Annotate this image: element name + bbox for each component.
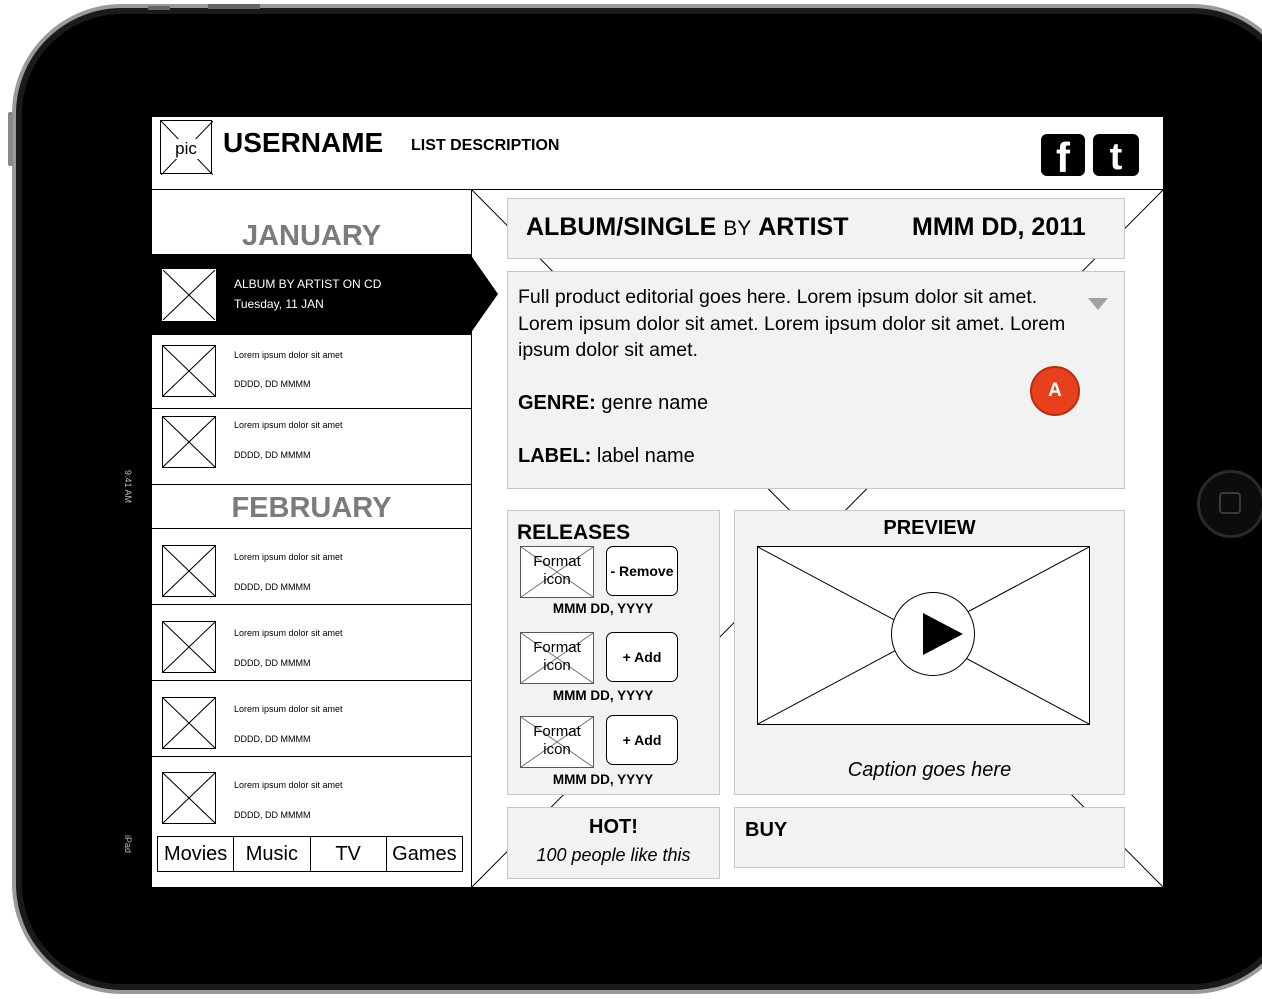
profile-pic-label: pic — [161, 139, 211, 159]
buy-heading: BUY — [745, 819, 788, 841]
tab-games[interactable]: Games — [387, 837, 462, 871]
list-item[interactable]: Lorem ipsum dolor sit amet DDDD, DD MMMM — [152, 756, 471, 832]
release-date: MMM DD, YYYY — [552, 688, 654, 703]
status-carrier: iPad — [123, 835, 133, 854]
album-title: ALBUM/SINGLE BY ARTIST — [526, 213, 849, 241]
sidebar: JANUARY ALBUM BY ARTIST ON CD Tuesday, 1… — [152, 190, 472, 887]
release-date: MMM DD, YYYY — [552, 772, 654, 787]
header: pic USERNAME LIST DESCRIPTION f t — [152, 117, 1163, 190]
thumbnail-image — [162, 416, 216, 468]
list-item-title: Lorem ipsum dolor sit amet — [234, 780, 343, 790]
side-switch — [8, 112, 13, 166]
screen: pic USERNAME LIST DESCRIPTION f t JANUAR… — [152, 117, 1163, 887]
hot-panel: HOT! 100 people like this — [507, 807, 720, 879]
category-tabbar: Movies Music TV Games — [157, 836, 463, 872]
list-item[interactable]: Lorem ipsum dolor sit amet DDDD, DD MMMM — [152, 528, 471, 604]
list-item-date: DDDD, DD MMMM — [234, 379, 311, 389]
detail-pane: ALBUM/SINGLE BY ARTIST MMM DD, 2011 Full… — [472, 190, 1163, 887]
month-heading: JANUARY — [241, 220, 382, 252]
list-item-date: DDDD, DD MMMM — [234, 658, 311, 668]
list-item-date: DDDD, DD MMMM — [234, 450, 311, 460]
add-button[interactable]: + Add — [606, 632, 678, 682]
list-item[interactable]: Lorem ipsum dolor sit amet DDDD, DD MMMM — [152, 604, 471, 680]
editorial-text: Full product editorial goes here. Lorem … — [518, 286, 1066, 361]
thumbnail-image — [162, 697, 216, 749]
tab-movies[interactable]: Movies — [158, 837, 235, 871]
format-icon: Format icon — [520, 716, 594, 768]
thumbnail-image — [162, 772, 216, 824]
annotation-badge: A — [1030, 366, 1080, 416]
list-item-title: ALBUM BY ARTIST ON CD — [234, 277, 382, 291]
add-button[interactable]: + Add — [606, 715, 678, 765]
release-date: MMM DD, 2011 — [912, 213, 1086, 241]
list-description: LIST DESCRIPTION — [411, 137, 560, 154]
releases-panel: RELEASES Format icon - Remove MMM DD, YY… — [507, 510, 720, 795]
format-icon: Format icon — [520, 546, 594, 598]
preview-panel: PREVIEW Caption goes here — [734, 510, 1125, 795]
album-title-bar: ALBUM/SINGLE BY ARTIST MMM DD, 2011 — [507, 198, 1125, 259]
hot-heading: HOT! — [589, 816, 638, 838]
list-item-title: Lorem ipsum dolor sit amet — [234, 350, 343, 360]
likes-count: 100 people like this — [536, 845, 691, 865]
list-item[interactable]: Lorem ipsum dolor sit amet DDDD, DD MMMM — [152, 408, 471, 484]
tab-tv[interactable]: TV — [311, 837, 387, 871]
label-row: LABEL: label name — [518, 445, 695, 467]
list-item-title: Lorem ipsum dolor sit amet — [234, 552, 343, 562]
list-item[interactable]: Lorem ipsum dolor sit amet DDDD, DD MMMM — [152, 680, 471, 756]
sleep-button — [208, 4, 260, 9]
editorial-panel: Full product editorial goes here. Lorem … — [507, 271, 1125, 489]
remove-button[interactable]: - Remove — [606, 546, 678, 596]
list-item[interactable]: Lorem ipsum dolor sit amet DDDD, DD MMMM — [152, 334, 471, 408]
tab-music[interactable]: Music — [234, 837, 311, 871]
status-time: 9:41 AM — [123, 470, 133, 504]
video-player[interactable] — [757, 546, 1090, 725]
list-item[interactable]: ALBUM BY ARTIST ON CD Tuesday, 11 JAN — [152, 254, 471, 334]
buy-panel[interactable]: BUY — [734, 807, 1125, 868]
genre-row: GENRE: genre name — [518, 392, 709, 414]
list-item-date: DDDD, DD MMMM — [234, 810, 311, 820]
username: USERNAME — [223, 127, 384, 158]
video-caption: Caption goes here — [847, 759, 1012, 781]
play-icon[interactable] — [891, 592, 975, 676]
releases-heading: RELEASES — [517, 521, 631, 544]
list-item-title: Lorem ipsum dolor sit amet — [234, 420, 343, 430]
thumbnail-image — [162, 621, 216, 673]
month-heading: FEBRUARY — [231, 492, 392, 524]
list-item-title: Lorem ipsum dolor sit amet — [234, 704, 343, 714]
home-button[interactable] — [1197, 470, 1262, 538]
top-button — [148, 6, 170, 10]
thumbnail-image — [162, 269, 216, 321]
profile-pic[interactable]: pic — [160, 120, 213, 175]
list-item-date: Tuesday, 11 JAN — [234, 297, 324, 311]
thumbnail-image — [162, 545, 216, 597]
thumbnail-image — [162, 345, 216, 397]
twitter-icon[interactable]: t — [1093, 134, 1139, 176]
list-item-date: DDDD, DD MMMM — [234, 734, 311, 744]
list-item-date: DDDD, DD MMMM — [234, 582, 311, 592]
facebook-icon[interactable]: f — [1041, 134, 1085, 176]
release-date: MMM DD, YYYY — [552, 601, 654, 616]
expand-triangle-icon[interactable] — [1088, 298, 1108, 310]
preview-heading: PREVIEW — [883, 517, 976, 539]
format-icon: Format icon — [520, 632, 594, 684]
list-item-title: Lorem ipsum dolor sit amet — [234, 628, 343, 638]
